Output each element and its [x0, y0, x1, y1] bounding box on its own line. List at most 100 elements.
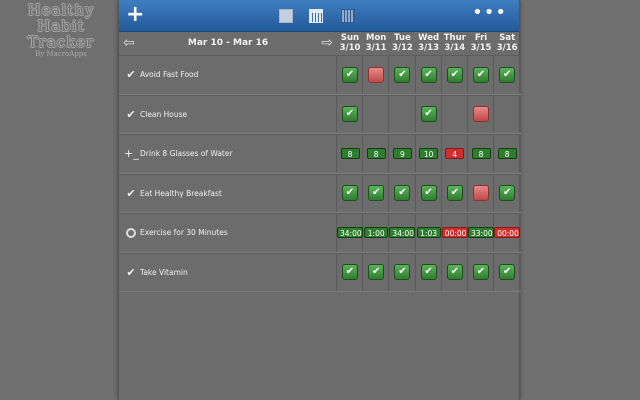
completed-check-icon[interactable]: ✔	[420, 106, 437, 123]
month-view-icon[interactable]	[341, 9, 355, 23]
day-header: Mon 3/11	[363, 33, 389, 53]
completed-check-icon[interactable]: ✔	[499, 185, 516, 202]
completed-check-icon[interactable]: ✔	[394, 264, 411, 281]
day-header: Fri 3/15	[468, 33, 494, 53]
day-cell[interactable]: 1:03	[416, 214, 442, 252]
day-cell[interactable]	[363, 56, 389, 94]
value-badge-good[interactable]: 1:00	[364, 227, 389, 239]
day-cell[interactable]: ✔	[337, 96, 363, 134]
day-cell[interactable]: 8	[494, 135, 520, 173]
day-cell[interactable]: ✔	[442, 254, 468, 292]
completed-check-icon[interactable]: ✔	[473, 66, 489, 83]
day-cell[interactable]	[389, 96, 415, 134]
day-header: Sat 3/16	[494, 33, 520, 53]
day-cell[interactable]: 1:00	[363, 214, 389, 252]
habit-name-cell[interactable]: Exercise for 30 Minutes	[124, 214, 334, 252]
day-cell[interactable]: 33:00	[468, 214, 494, 252]
value-badge-bad[interactable]: 00:00	[494, 227, 521, 239]
day-cell[interactable]: ✔	[337, 175, 363, 213]
habit-rows: ✔ Avoid Fast Food ✔ ✔ ✔ ✔ ✔ ✔ ✔ Clean House ✔ ✔ +_ Dr…	[119, 55, 521, 292]
day-cell[interactable]: ✔	[442, 175, 468, 213]
completed-check-icon[interactable]: ✔	[342, 264, 358, 281]
day-cell[interactable]: 4	[442, 135, 468, 173]
completed-check-icon[interactable]: ✔	[446, 66, 463, 83]
value-badge-good[interactable]: 34:00	[337, 227, 363, 239]
day-cell[interactable]: ✔	[389, 254, 415, 292]
value-badge-bad[interactable]: 4	[445, 148, 465, 160]
value-badge-good[interactable]: 8	[497, 148, 517, 160]
next-week-icon[interactable]: ⇨	[321, 35, 333, 51]
day-cell[interactable]: ✔	[389, 175, 415, 213]
day-cell[interactable]: 10	[416, 135, 442, 173]
day-of-week: Fri	[474, 33, 488, 43]
day-cell[interactable]	[468, 96, 494, 134]
habit-name-cell[interactable]: ✔ Avoid Fast Food	[124, 56, 334, 94]
completed-check-icon[interactable]: ✔	[420, 66, 437, 83]
completed-check-icon[interactable]: ✔	[420, 264, 437, 281]
day-cell[interactable]: 34:00	[389, 214, 416, 252]
day-view-icon[interactable]	[279, 9, 293, 23]
completed-check-icon[interactable]: ✔	[499, 66, 516, 83]
day-cell[interactable]	[494, 96, 520, 134]
week-view-icon[interactable]	[309, 9, 323, 23]
day-cell[interactable]: 00:00	[441, 214, 468, 252]
day-cell[interactable]: ✔	[416, 254, 442, 292]
habit-name-cell[interactable]: ✔ Take Vitamin	[124, 254, 334, 292]
value-badge-good[interactable]: 10	[419, 148, 439, 160]
more-menu-icon[interactable]: •••	[472, 4, 507, 22]
value-badge-good[interactable]: 34:00	[389, 227, 416, 239]
value-badge-good[interactable]: 33:00	[468, 227, 494, 239]
day-cell[interactable]: 9	[389, 135, 415, 173]
completed-check-icon[interactable]: ✔	[473, 264, 489, 281]
day-cell[interactable]: ✔	[337, 254, 363, 292]
day-cell[interactable]: ✔	[442, 56, 468, 94]
value-badge-good[interactable]: 8	[340, 148, 360, 160]
value-badge-good[interactable]: 9	[392, 148, 412, 160]
value-badge-bad[interactable]: 00:00	[441, 227, 468, 239]
day-header: Tue 3/12	[389, 33, 415, 53]
logo-title-line2: Tracker	[27, 33, 95, 51]
completed-check-icon[interactable]: ✔	[394, 66, 411, 83]
day-cell[interactable]: ✔	[494, 254, 520, 292]
add-habit-button[interactable]: +	[126, 4, 144, 26]
day-cell[interactable]	[468, 175, 494, 213]
day-cell[interactable]: ✔	[494, 56, 520, 94]
day-cell[interactable]: 8	[468, 135, 494, 173]
value-badge-good[interactable]: 8	[471, 148, 491, 160]
completed-check-icon[interactable]: ✔	[446, 185, 463, 202]
completed-check-icon[interactable]: ✔	[368, 264, 385, 281]
completed-check-icon[interactable]: ✔	[342, 185, 358, 202]
completed-check-icon[interactable]: ✔	[342, 106, 358, 123]
day-cell[interactable]: ✔	[468, 254, 494, 292]
day-cell[interactable]: 34:00	[337, 214, 363, 252]
missed-marker[interactable]	[473, 185, 489, 202]
day-cell[interactable]: ✔	[416, 96, 442, 134]
day-cell[interactable]: ✔	[468, 56, 494, 94]
completed-check-icon[interactable]: ✔	[499, 264, 516, 281]
day-cell[interactable]	[442, 96, 468, 134]
day-cell[interactable]: 00:00	[494, 214, 521, 252]
completed-check-icon[interactable]: ✔	[368, 185, 385, 202]
missed-marker[interactable]	[368, 66, 385, 83]
day-cell[interactable]: ✔	[363, 175, 389, 213]
completed-check-icon[interactable]: ✔	[446, 264, 463, 281]
completed-check-icon[interactable]: ✔	[420, 185, 437, 202]
completed-check-icon[interactable]: ✔	[342, 66, 358, 83]
completed-check-icon[interactable]: ✔	[394, 185, 411, 202]
day-cell[interactable]: ✔	[416, 175, 442, 213]
day-cell[interactable]: ✔	[389, 56, 415, 94]
missed-marker[interactable]	[473, 106, 489, 123]
day-cell[interactable]: ✔	[494, 175, 520, 213]
day-cell[interactable]	[363, 96, 389, 134]
habit-name-cell[interactable]: +_ Drink 8 Glasses of Water	[124, 135, 334, 173]
day-cell[interactable]: 8	[363, 135, 389, 173]
habit-name-cell[interactable]: ✔ Eat Healthy Breakfast	[124, 175, 334, 213]
value-badge-good[interactable]: 1:03	[416, 227, 441, 239]
day-cell[interactable]: ✔	[363, 254, 389, 292]
day-cell[interactable]: ✔	[337, 56, 363, 94]
app-logo: Healthy Habit Tracker By MacroApps	[2, 2, 120, 58]
value-badge-good[interactable]: 8	[366, 148, 386, 160]
habit-name-cell[interactable]: ✔ Clean House	[124, 96, 334, 134]
day-cell[interactable]: ✔	[416, 56, 442, 94]
day-cell[interactable]: 8	[337, 135, 363, 173]
